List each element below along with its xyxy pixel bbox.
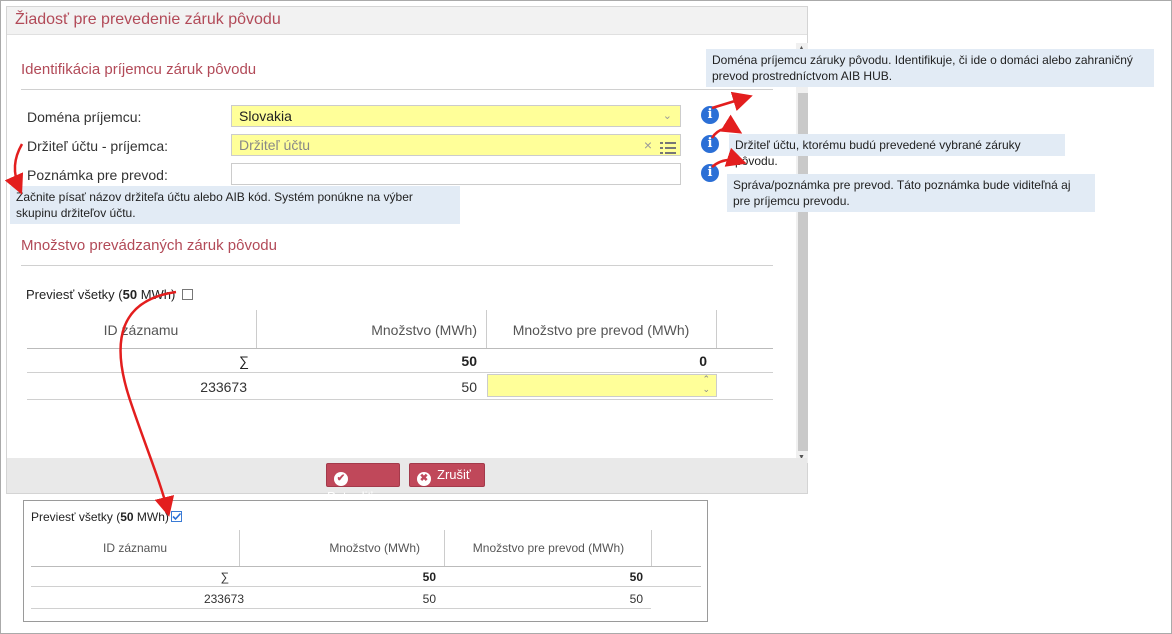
- annotation-arrows: [4, 91, 753, 517]
- arrow-hint: [4, 143, 24, 195]
- arrow-note: [711, 147, 747, 168]
- arrow-domain: [711, 91, 753, 111]
- arrow-holder: [710, 114, 743, 139]
- arrow-checkbox: [119, 290, 177, 517]
